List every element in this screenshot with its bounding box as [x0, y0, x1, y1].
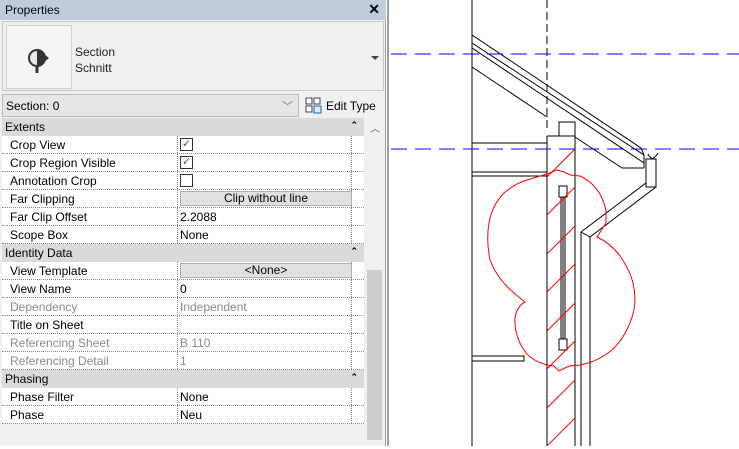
- section-view-canvas[interactable]: [387, 0, 739, 446]
- property-row: View Name 0: [2, 280, 364, 298]
- property-name: Dependency: [2, 298, 178, 315]
- section-title: Extents: [5, 120, 46, 134]
- property-row: Title on Sheet: [2, 316, 364, 334]
- checkbox[interactable]: ✓: [180, 138, 193, 151]
- collapse-icon[interactable]: ⌃: [350, 120, 358, 131]
- type-name: Schnitt: [75, 61, 112, 75]
- type-selector[interactable]: Section Schnitt: [2, 21, 384, 91]
- property-value-cell[interactable]: None: [178, 226, 352, 243]
- panel-title: Properties: [5, 3, 60, 17]
- property-row: View Template <None>: [2, 262, 364, 280]
- property-row: Phase Neu: [2, 406, 364, 424]
- property-value-cell[interactable]: Clip without line: [178, 190, 352, 207]
- property-name: Crop Region Visible: [2, 154, 178, 171]
- section-title: Identity Data: [5, 246, 73, 260]
- property-value[interactable]: None: [180, 228, 209, 242]
- property-row: Annotation Crop: [2, 172, 364, 190]
- property-row: Referencing Sheet B 110: [2, 334, 364, 352]
- property-row: Referencing Detail 1: [2, 352, 364, 370]
- section-header-phasing[interactable]: Phasing ⌃: [2, 370, 364, 388]
- chevron-down-icon: ﹀: [282, 101, 293, 113]
- property-name: Phase: [2, 406, 178, 423]
- property-value-cell[interactable]: ✓: [178, 154, 352, 171]
- edit-type-button[interactable]: Edit Type: [305, 95, 376, 116]
- collapse-icon[interactable]: ⌃: [350, 246, 358, 257]
- properties-panel: Properties ✕ Section Schnitt Section: 0 …: [0, 0, 386, 446]
- property-value-cell[interactable]: Neu: [178, 406, 352, 423]
- property-value[interactable]: 2.2088: [180, 210, 217, 224]
- property-value-cell: Independent: [178, 298, 352, 315]
- property-value-cell: B 110: [178, 334, 352, 351]
- property-name: Title on Sheet: [2, 316, 178, 333]
- building-geometry: [471, 0, 659, 446]
- properties-title-bar: Properties ✕: [0, 0, 386, 20]
- property-name: View Name: [2, 280, 178, 297]
- property-name: Scope Box: [2, 226, 178, 243]
- scroll-up-icon[interactable]: ︿: [370, 120, 380, 135]
- property-button[interactable]: <None>: [180, 263, 352, 278]
- property-value-cell[interactable]: ✓: [178, 136, 352, 153]
- property-value-cell[interactable]: 2.2088: [178, 208, 352, 225]
- property-name: Annotation Crop: [2, 172, 178, 189]
- properties-scrollbar[interactable]: ︿: [366, 118, 383, 444]
- edit-type-icon: [305, 97, 322, 114]
- scrollbar-thumb[interactable]: [367, 270, 382, 440]
- property-value-cell[interactable]: [178, 172, 352, 189]
- instance-filter-label: Section: 0: [6, 99, 60, 113]
- property-name: Referencing Detail: [2, 352, 178, 369]
- property-name: Far Clipping: [2, 190, 178, 207]
- property-value-cell[interactable]: 0: [178, 280, 352, 297]
- property-row: Far Clipping Clip without line: [2, 190, 364, 208]
- property-value[interactable]: 0: [180, 282, 187, 296]
- instance-filter-dropdown[interactable]: Section: 0 ﹀: [2, 94, 299, 117]
- property-value[interactable]: Neu: [180, 408, 202, 422]
- property-name: Phase Filter: [2, 388, 178, 405]
- property-row: Scope Box None: [2, 226, 364, 244]
- edit-type-label: Edit Type: [326, 98, 376, 113]
- dropdown-arrow-icon[interactable]: [371, 56, 379, 60]
- property-value-cell: 1: [178, 352, 352, 369]
- property-row: Dependency Independent: [2, 298, 364, 316]
- property-name: Crop View: [2, 136, 178, 153]
- property-row: Crop View ✓: [2, 136, 364, 154]
- property-row: Far Clip Offset 2.2088: [2, 208, 364, 226]
- property-value-cell[interactable]: [178, 316, 352, 333]
- property-value-cell[interactable]: None: [178, 388, 352, 405]
- property-name: View Template: [2, 262, 178, 279]
- grid-empty-area: [2, 424, 364, 444]
- properties-grid: Extents ⌃ Crop View ✓ Crop Region Visible ✓ An…: [2, 118, 364, 424]
- property-name: Referencing Sheet: [2, 334, 178, 351]
- property-value-cell[interactable]: <None>: [178, 262, 352, 279]
- checkbox[interactable]: ✓: [180, 156, 193, 169]
- checkbox[interactable]: [180, 174, 193, 187]
- collapse-icon[interactable]: ⌃: [350, 372, 358, 383]
- type-family: Section: [75, 45, 116, 59]
- section-header-extents[interactable]: Extents ⌃: [2, 118, 364, 136]
- section-drawing: [391, 0, 739, 446]
- property-value: Independent: [180, 300, 247, 314]
- property-value: 1: [180, 354, 187, 368]
- section-header-identity-data[interactable]: Identity Data ⌃: [2, 244, 364, 262]
- section-marker-icon: [6, 25, 72, 89]
- close-icon[interactable]: ✕: [368, 1, 380, 18]
- section-title: Phasing: [5, 372, 49, 386]
- property-name: Far Clip Offset: [2, 208, 178, 225]
- property-row: Crop Region Visible ✓: [2, 154, 364, 172]
- property-row: Phase Filter None: [2, 388, 364, 406]
- property-value[interactable]: None: [180, 390, 209, 404]
- property-value: B 110: [180, 336, 211, 350]
- property-button[interactable]: Clip without line: [180, 191, 352, 206]
